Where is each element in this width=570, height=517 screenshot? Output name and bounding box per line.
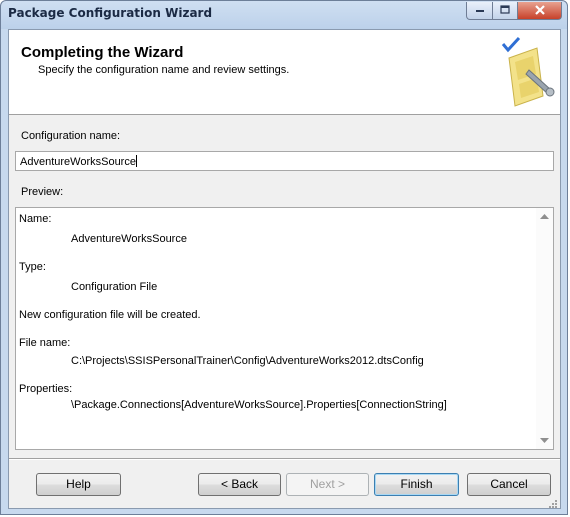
minimize-button[interactable] [466,2,493,20]
scroll-down-arrow-icon[interactable] [536,432,553,449]
cancel-button[interactable]: Cancel [467,473,551,496]
preview-type-value: Configuration File [71,281,158,293]
help-button[interactable]: Help [36,473,121,496]
back-button[interactable]: < Back [198,473,281,496]
page-title: Completing the Wizard [21,44,184,61]
preview-type-label: Type: [19,261,46,273]
wizard-check-icon [493,36,555,115]
preview-name-label: Name: [19,213,52,225]
wizard-client-area: Completing the Wizard Specify the config… [8,29,561,509]
preview-scrollbar[interactable] [536,208,553,449]
next-button[interactable]: Next > [286,473,369,496]
maximize-button[interactable] [493,2,518,20]
caption-buttons [466,2,562,20]
title-bar[interactable]: Package Configuration Wizard [1,1,567,29]
close-icon [534,4,545,18]
preview-properties-label: Properties: [19,383,73,395]
scroll-up-arrow-icon[interactable] [536,208,553,225]
page-subtitle: Specify the configuration name and revie… [38,64,290,76]
preview-new-file-note: New configuration file will be created. [19,309,201,321]
preview-file-name-value: C:\Projects\SSISPersonalTrainer\Config\A… [71,355,424,367]
config-name-input[interactable]: AdventureWorksSource [15,151,554,171]
preview-box[interactable]: Name: AdventureWorksSource Type: Configu… [15,207,554,450]
minimize-icon [475,5,485,16]
wizard-window: Package Configuration Wizard Completing … [0,0,568,515]
maximize-icon [500,4,510,17]
preview-properties-value: \Package.Connections[AdventureWorksSourc… [71,399,447,411]
config-name-label: Configuration name: [21,130,121,142]
preview-name-value: AdventureWorksSource [71,233,187,245]
close-button[interactable] [518,2,562,20]
preview-label: Preview: [21,186,64,198]
window-title: Package Configuration Wizard [8,6,213,20]
text-caret [135,155,137,167]
button-separator [9,458,560,460]
config-name-value: AdventureWorksSource [20,156,136,168]
finish-button[interactable]: Finish [374,473,459,496]
preview-file-name-label: File name: [19,337,71,349]
wizard-header: Completing the Wizard Specify the config… [9,30,560,115]
resize-grip-icon[interactable] [548,496,558,508]
